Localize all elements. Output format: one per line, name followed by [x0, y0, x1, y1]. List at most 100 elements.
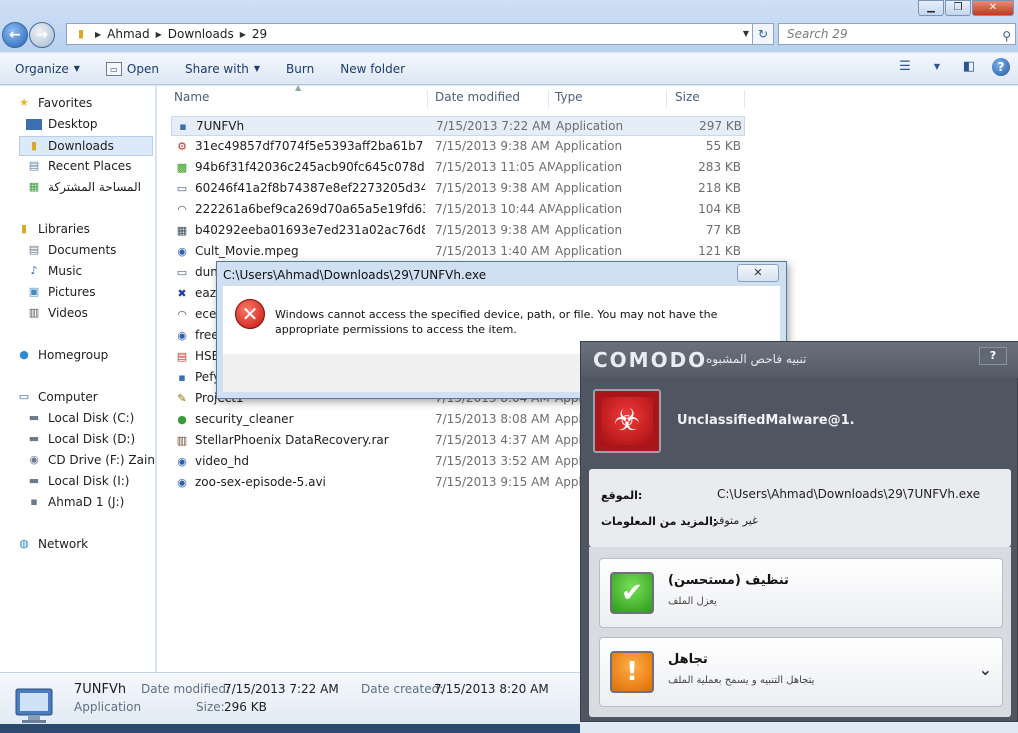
- application-icon: ▪: [179, 120, 187, 133]
- application-icon: ▭: [176, 266, 188, 279]
- close-button[interactable]: ✕: [972, 0, 1014, 16]
- error-icon: ✕: [235, 299, 265, 329]
- sidebar-item-disk-i[interactable]: ▬ Local Disk (I:): [26, 474, 130, 488]
- file-name: 222261a6bef9ca269d70a65a5e19fd63: [195, 202, 425, 216]
- media-icon: ◉: [177, 455, 187, 468]
- column-header-name[interactable]: Name: [170, 90, 428, 108]
- file-size: 283 KB: [698, 160, 741, 174]
- location-value: C:\Users\Ahmad\Downloads\29\7UNFVh.exe: [717, 487, 981, 501]
- sidebar-item-ahmad-j[interactable]: ▪ AhmaD 1 (J:): [26, 495, 124, 509]
- file-type: Application: [555, 181, 623, 195]
- threat-info-panel: الموقع: C:\Users\Ahmad\Downloads\29\7UNF…: [589, 469, 1011, 547]
- breadcrumb-29[interactable]: 29: [252, 27, 267, 41]
- sidebar-item-disk-c[interactable]: ▬ Local Disk (C:): [26, 411, 135, 425]
- network-icon: ◍: [19, 537, 29, 550]
- sidebar-item-music[interactable]: ♪ Music: [26, 264, 82, 278]
- forward-button[interactable]: →: [29, 22, 55, 48]
- window-controls: ▁ ❐ ✕: [917, 0, 1014, 16]
- folder-icon: ▮: [77, 27, 85, 40]
- new-folder-label: New folder: [340, 61, 406, 76]
- file-size: 218 KB: [698, 181, 741, 195]
- desktop-icon: [26, 118, 42, 130]
- globe-app-icon: ●: [177, 413, 187, 426]
- downloads-folder-icon: ▮: [30, 139, 38, 152]
- drive-icon: ▬: [28, 474, 40, 487]
- pictures-icon: ▣: [28, 285, 40, 298]
- file-size: 55 KB: [705, 139, 741, 153]
- file-row[interactable]: ▭ 60246f41a2f8b74387e8ef2273205d34 7/15/20…: [171, 179, 745, 199]
- search-icon[interactable]: ⚲: [1002, 26, 1011, 46]
- more-info-value[interactable]: غير متوفر: [713, 514, 758, 527]
- share-with-label: Share with: [184, 61, 249, 76]
- file-type: Application: [555, 202, 623, 216]
- shared-folder-icon: ▦: [28, 180, 40, 193]
- caret-down-icon[interactable]: ▼: [928, 58, 946, 76]
- organize-button[interactable]: Organize ▼: [15, 62, 80, 76]
- breadcrumb-downloads[interactable]: Downloads: [168, 27, 234, 41]
- minimize-button[interactable]: ▁: [918, 0, 944, 16]
- clean-option-button[interactable]: ✔ تنظيف (مستحسن) يعزل الملف: [599, 558, 1003, 628]
- ignore-option-desc: يتجاهل التنبيه و يسمح بعملية الملف: [668, 675, 815, 686]
- sidebar-label: Local Disk (C:): [48, 411, 135, 425]
- column-header-size[interactable]: Size: [671, 90, 745, 108]
- sidebar-label: Recent Places: [48, 159, 132, 173]
- file-row[interactable]: ◉ Cult_Movie.mpeg 7/15/2013 1:40 AM Applica…: [171, 242, 745, 262]
- burn-button[interactable]: Burn: [286, 62, 314, 76]
- usb-drive-icon: ▪: [30, 495, 38, 508]
- action-options: ✔ تنظيف (مستحسن) يعزل الملف ! تجاهل يتجا…: [589, 547, 1011, 717]
- libraries-icon: ▮: [20, 222, 28, 235]
- chevron-down-icon[interactable]: ⌄: [979, 660, 992, 679]
- preview-pane-icon[interactable]: ◧: [960, 58, 978, 76]
- breadcrumb-ahmad[interactable]: Ahmad: [107, 27, 149, 41]
- sidebar-item-homegroup[interactable]: ● Homegroup: [16, 348, 108, 362]
- sidebar-item-cd-drive[interactable]: ◉ CD Drive (F:) Zain Br: [26, 453, 172, 467]
- sidebar-label: Pictures: [48, 285, 96, 299]
- detail-type: Application: [74, 700, 142, 714]
- maximize-button[interactable]: ❐: [945, 0, 971, 16]
- sidebar-item-favorites[interactable]: ★ Favorites: [16, 96, 92, 110]
- file-date: 7/15/2013 7:22 AM: [436, 119, 551, 133]
- sidebar-item-videos[interactable]: ▥ Videos: [26, 306, 88, 320]
- file-name: StellarPhoenix DataRecovery.rar: [195, 433, 389, 447]
- column-header-date[interactable]: Date modified: [431, 90, 549, 108]
- checkmark-icon: ✔: [610, 572, 654, 614]
- file-name: 94b6f31f42036c245acb90fc645c078d: [195, 160, 425, 174]
- sidebar-item-shared[interactable]: ▦ المساحة المشتركة: [26, 180, 141, 194]
- file-row[interactable]: ⚙ 31ec49857df7074f5e5393aff2ba61b7 7/15/20…: [171, 137, 745, 157]
- refresh-button[interactable]: ↻: [752, 23, 774, 45]
- error-dialog-close-button[interactable]: ✕: [737, 264, 779, 282]
- detail-name: 7UNFVh: [74, 682, 127, 697]
- sidebar-item-network[interactable]: ◍ Network: [16, 537, 88, 551]
- sidebar-item-libraries[interactable]: ▮ Libraries: [16, 222, 90, 236]
- open-button[interactable]: ▭ Open: [105, 61, 159, 76]
- help-icon[interactable]: ?: [992, 58, 1010, 76]
- view-controls: ☰ ▼ ◧ ?: [896, 58, 1010, 76]
- sidebar-item-documents[interactable]: ▤ Documents: [26, 243, 117, 257]
- media-icon: ◉: [177, 329, 187, 342]
- file-row[interactable]: ▦ b40292eeba01693e7ed231a02ac76d89 7/15/20…: [171, 221, 745, 241]
- ignore-option-button[interactable]: ! تجاهل يتجاهل التنبيه و يسمح بعملية الم…: [599, 637, 1003, 707]
- share-with-button[interactable]: Share with ▼: [185, 62, 260, 76]
- new-folder-button[interactable]: New folder: [340, 62, 405, 76]
- sidebar-item-pictures[interactable]: ▣ Pictures: [26, 285, 96, 299]
- sidebar-label: المساحة المشتركة: [48, 180, 141, 194]
- comodo-help-button[interactable]: ?: [979, 347, 1007, 365]
- detail-date-created-label: Date created:: [361, 682, 444, 696]
- comodo-subtitle: تنبيه فاحص المشبوه: [706, 352, 807, 366]
- sidebar-item-recent-places[interactable]: ▤ Recent Places: [26, 159, 132, 173]
- sidebar-item-desktop[interactable]: Desktop: [26, 117, 98, 131]
- sidebar-item-downloads[interactable]: ▮ Downloads: [19, 136, 153, 156]
- view-options-icon[interactable]: ☰: [896, 58, 914, 76]
- address-bar[interactable]: ▮ ▶ Ahmad ▶ Downloads ▶ 29 ▼: [66, 23, 756, 45]
- sidebar-label: Music: [48, 264, 83, 278]
- search-input[interactable]: Search 29 ⚲: [778, 23, 1016, 45]
- file-name: b40292eeba01693e7ed231a02ac76d89: [195, 223, 425, 237]
- column-header-type[interactable]: Type: [551, 90, 667, 108]
- file-row[interactable]: ◠ 222261a6bef9ca269d70a65a5e19fd63 7/15/20…: [171, 200, 745, 220]
- back-button[interactable]: ←: [2, 22, 28, 48]
- file-type: Application: [555, 223, 623, 237]
- file-row[interactable]: ▩ 94b6f31f42036c245acb90fc645c078d 7/15/20…: [171, 158, 745, 178]
- sidebar-item-computer[interactable]: ▭ Computer: [16, 390, 98, 404]
- sidebar-item-disk-d[interactable]: ▬ Local Disk (D:): [26, 432, 135, 446]
- file-row[interactable]: ▪ 7UNFVh 7/15/2013 7:22 AM Application 297 K…: [171, 116, 745, 136]
